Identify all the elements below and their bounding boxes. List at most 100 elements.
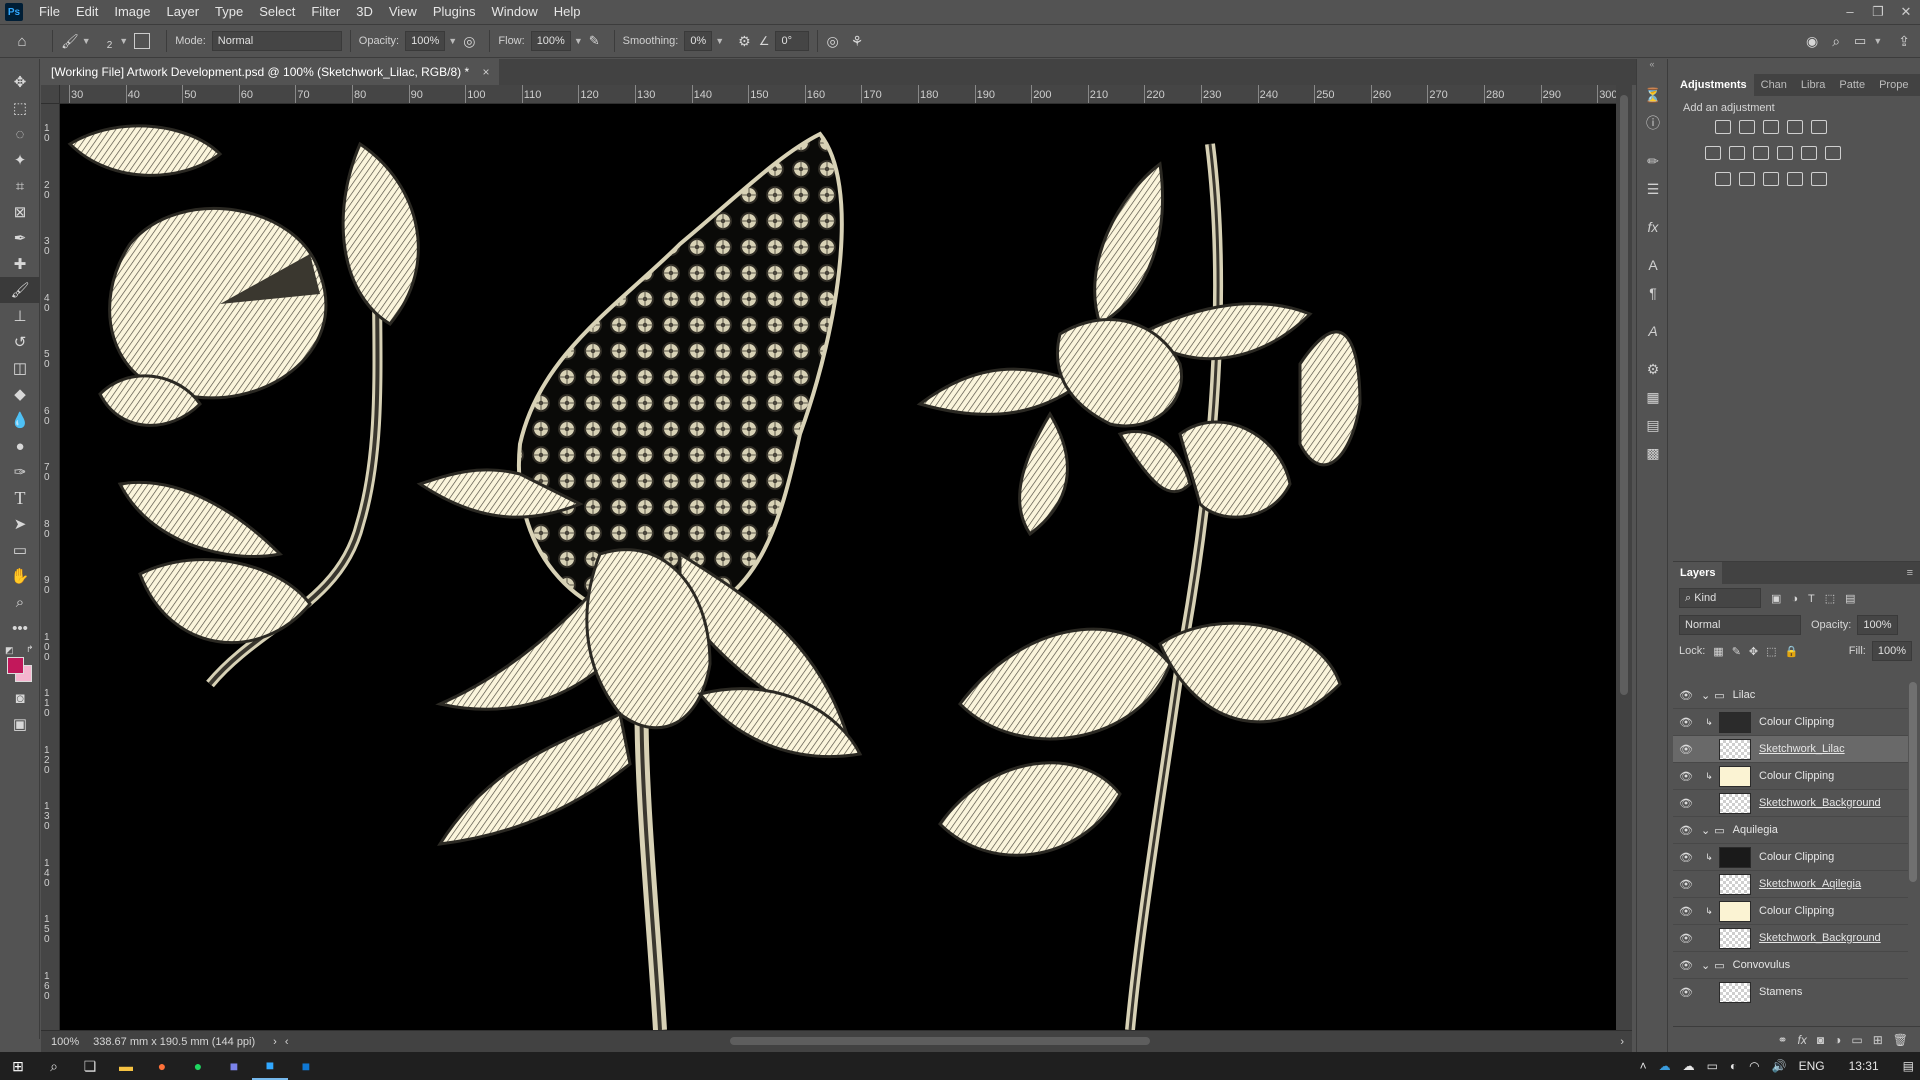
layer-row[interactable]: 👁 Sketchwork_Background — [1673, 925, 1908, 952]
vertical-scrollbar[interactable] — [1616, 85, 1632, 1030]
swap-colors-icon[interactable]: ↱ — [26, 644, 34, 655]
photo-filter-icon[interactable] — [1777, 146, 1793, 160]
visibility-eye-icon[interactable]: 👁 — [1673, 743, 1699, 756]
posterize-icon[interactable] — [1739, 172, 1755, 186]
visibility-eye-icon[interactable]: 👁 — [1673, 959, 1699, 972]
menu-edit[interactable]: Edit — [68, 0, 106, 24]
new-group-icon[interactable]: ▭ — [1851, 1033, 1862, 1047]
zoom-tool-icon[interactable]: ⌕ — [0, 589, 40, 615]
layer-row[interactable]: 👁 Sketchwork_Lilac — [1673, 736, 1908, 763]
menu-image[interactable]: Image — [106, 0, 158, 24]
ruler-origin[interactable] — [41, 85, 60, 104]
workspace-icon[interactable]: ▭ — [1854, 33, 1866, 49]
visibility-eye-icon[interactable]: 👁 — [1673, 932, 1699, 945]
hand-tool-icon[interactable]: ✋ — [0, 563, 40, 589]
channel-mixer-icon[interactable] — [1801, 146, 1817, 160]
restore-button[interactable]: ❐ — [1864, 0, 1892, 24]
delete-layer-icon[interactable]: 🗑 — [1893, 1033, 1908, 1047]
layer-filter-kind[interactable]: ⌕ Kind — [1679, 588, 1761, 608]
threshold-icon[interactable] — [1763, 172, 1779, 186]
onedrive-icon[interactable]: ☁ — [1653, 1059, 1677, 1073]
smoothing-input[interactable]: 0% — [684, 31, 713, 51]
exposure-icon[interactable] — [1787, 120, 1803, 134]
paint-bucket-tool-icon[interactable]: ◆ — [0, 381, 40, 407]
menu-3d[interactable]: 3D — [348, 0, 381, 24]
menu-filter[interactable]: Filter — [303, 0, 348, 24]
notifications-icon[interactable]: ▤ — [1897, 1059, 1920, 1073]
frame-tool-icon[interactable]: ⊠ — [0, 199, 40, 225]
scroll-right-icon[interactable]: › — [1620, 1036, 1624, 1048]
tab-libraries[interactable]: Libra — [1794, 74, 1832, 96]
link-layers-icon[interactable]: ⚭ — [1777, 1033, 1787, 1047]
selective-color-icon[interactable] — [1787, 172, 1803, 186]
type-tool-icon[interactable]: T — [0, 485, 40, 511]
brush-settings-icon[interactable] — [134, 33, 151, 49]
chevron-down-icon[interactable]: ▼ — [448, 36, 457, 46]
pressure-size-icon[interactable]: ◎ — [826, 33, 838, 50]
firefox-icon[interactable]: ● — [144, 1052, 180, 1080]
chevron-down-icon[interactable]: ▼ — [82, 36, 91, 46]
airbrush-icon[interactable]: ✎ — [589, 33, 600, 49]
character-icon[interactable]: A — [1637, 251, 1669, 279]
menu-file[interactable]: File — [31, 0, 68, 24]
healing-brush-tool-icon[interactable]: ✚ — [0, 251, 40, 277]
layers-scrollbar[interactable] — [1909, 682, 1917, 882]
visibility-eye-icon[interactable]: 👁 — [1673, 905, 1699, 918]
magic-wand-tool-icon[interactable]: ✦ — [0, 147, 40, 173]
chevron-down-icon[interactable]: ▼ — [119, 36, 128, 46]
visibility-eye-icon[interactable]: 👁 — [1673, 716, 1699, 729]
rectangle-tool-icon[interactable]: ▭ — [0, 537, 40, 563]
layer-row[interactable]: 👁 ↳ Colour Clipping — [1673, 844, 1908, 871]
properties-sliders-icon[interactable]: ☰ — [1637, 175, 1669, 203]
brush-preset-icon[interactable]: 🖌 — [61, 33, 79, 50]
security-icon[interactable]: ◐ — [1724, 1059, 1743, 1073]
more-tools-icon[interactable]: ••• — [0, 615, 40, 641]
layer-row[interactable]: 👁 Sketchwork_Background — [1673, 790, 1908, 817]
home-icon[interactable]: ⌂ — [0, 28, 44, 54]
patterns-icon[interactable]: ▩ — [1637, 439, 1669, 467]
lock-icons[interactable]: ▦✎✥⬚🔒 — [1713, 645, 1806, 658]
close-tab-icon[interactable]: × — [482, 65, 489, 79]
menu-type[interactable]: Type — [207, 0, 251, 24]
eyedropper-tool-icon[interactable]: ✒ — [0, 225, 40, 251]
styles-fx-icon[interactable]: fx — [1637, 213, 1669, 241]
tab-patterns[interactable]: Patte — [1832, 74, 1872, 96]
visibility-eye-icon[interactable]: 👁 — [1673, 824, 1699, 837]
gear-icon[interactable]: ⚙ — [738, 33, 751, 50]
layer-row[interactable]: 👁 Sketchwork_Aqilegia — [1673, 871, 1908, 898]
glyphs-icon[interactable]: A — [1637, 317, 1669, 345]
invert-icon[interactable] — [1715, 172, 1731, 186]
group-expand-icon[interactable]: ⌄ — [1701, 959, 1710, 972]
layer-row[interactable]: 👁 Stamens — [1673, 979, 1908, 1004]
menu-layer[interactable]: Layer — [159, 0, 208, 24]
panel-menu-icon[interactable]: ≡ — [1915, 74, 1920, 96]
menu-plugins[interactable]: Plugins — [425, 0, 484, 24]
filter-icons[interactable]: ▣◑T⬚▤ — [1771, 592, 1866, 605]
crop-tool-icon[interactable]: ⌗ — [0, 173, 40, 199]
opacity-input[interactable]: 100% — [405, 31, 446, 51]
volume-icon[interactable]: 🔊 — [1766, 1059, 1793, 1073]
paragraph-icon[interactable]: ¶ — [1637, 279, 1669, 307]
angle-input[interactable]: 0° — [775, 31, 810, 51]
pen-tool-icon[interactable]: ✑ — [0, 459, 40, 485]
canvas[interactable] — [60, 104, 1616, 1030]
path-selection-tool-icon[interactable]: ➤ — [0, 511, 40, 537]
hue-saturation-icon[interactable] — [1705, 146, 1721, 160]
lasso-tool-icon[interactable]: ◌ — [0, 121, 40, 147]
gradients-icon[interactable]: ▤ — [1637, 411, 1669, 439]
close-window-button[interactable]: ✕ — [1892, 0, 1920, 24]
flow-input[interactable]: 100% — [530, 31, 571, 51]
mode-select[interactable]: Normal — [211, 31, 342, 51]
battery-icon[interactable]: ▭ — [1701, 1059, 1724, 1073]
quick-mask-icon[interactable]: ◙ — [0, 685, 40, 711]
windows-start-icon[interactable]: ⊞ — [0, 1052, 36, 1080]
eraser-tool-icon[interactable]: ◫ — [0, 355, 40, 381]
clock[interactable]: 13:31 — [1831, 1059, 1897, 1073]
task-view-icon[interactable]: ❏ — [72, 1052, 108, 1080]
photoshop-taskbar-icon[interactable]: ■ — [252, 1052, 288, 1080]
collapse-panels-icon[interactable]: « — [1637, 59, 1667, 81]
move-tool-icon[interactable]: ✥ — [0, 69, 40, 95]
curves-icon[interactable] — [1763, 120, 1779, 134]
tab-properties[interactable]: Prope — [1872, 74, 1915, 96]
default-colors-icon[interactable]: ◩ — [5, 645, 14, 656]
